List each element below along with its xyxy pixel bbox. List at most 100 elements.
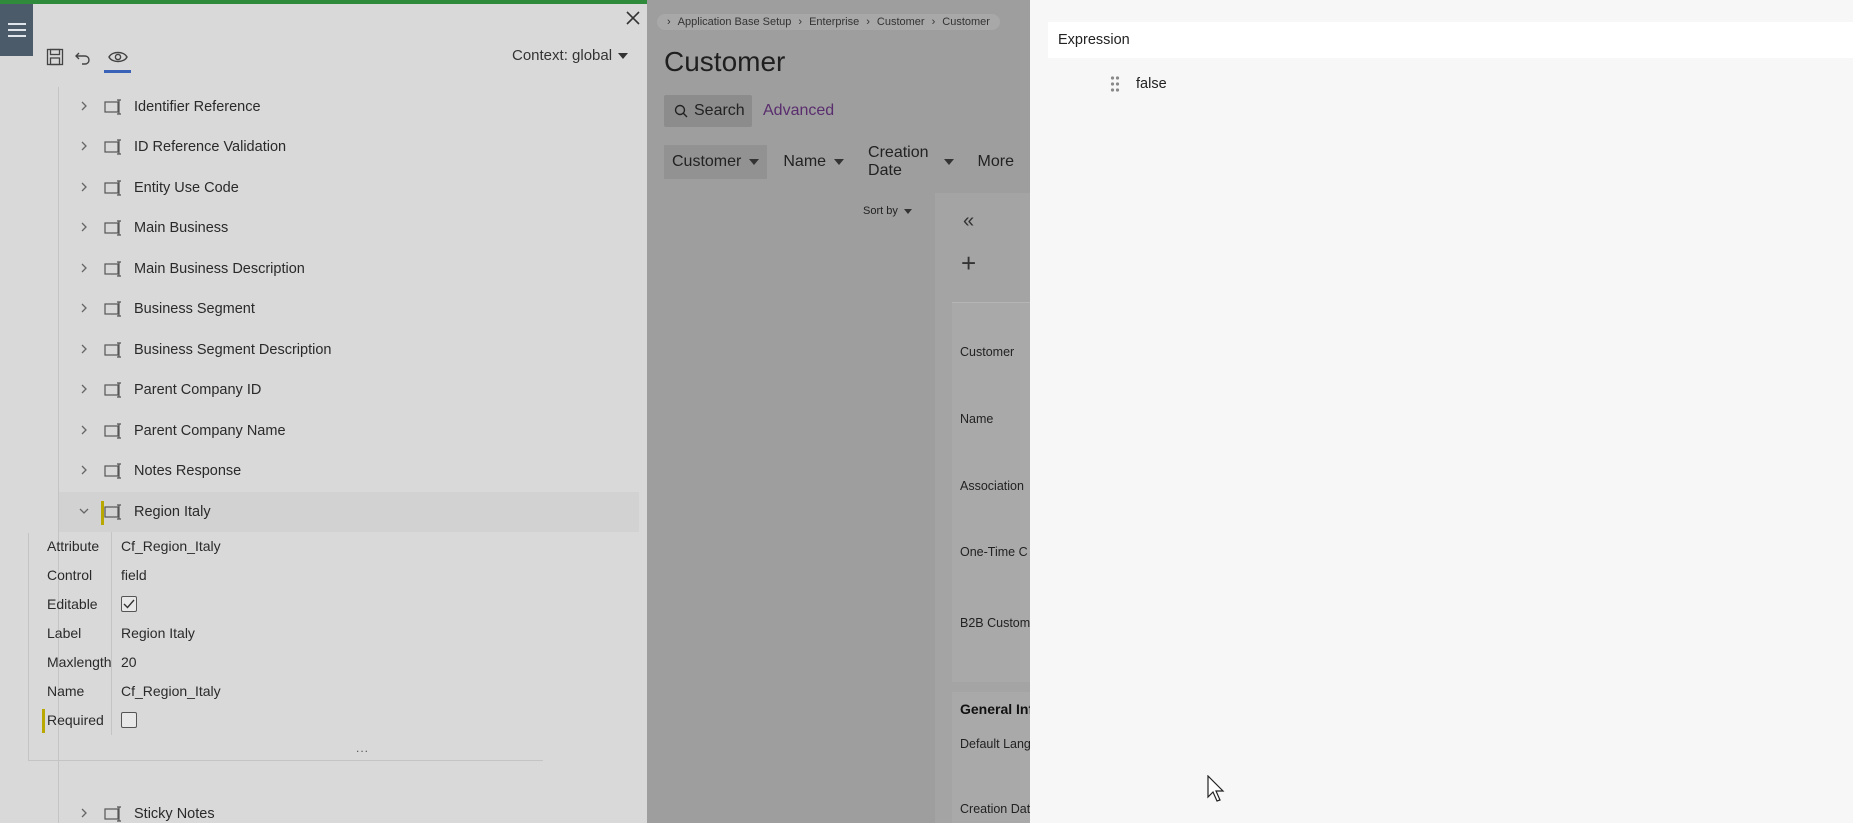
chevron-down-icon bbox=[749, 159, 760, 165]
field-icon bbox=[104, 220, 121, 236]
breadcrumb-item[interactable]: Enterprise bbox=[809, 16, 859, 28]
editable-checkbox[interactable] bbox=[121, 596, 137, 612]
field-icon bbox=[104, 423, 121, 439]
save-icon bbox=[46, 48, 64, 66]
tree-item-label: Parent Company Name bbox=[134, 423, 286, 439]
breadcrumb-item[interactable]: Application Base Setup bbox=[678, 16, 792, 28]
property-value: field bbox=[121, 567, 147, 583]
required-checkbox[interactable] bbox=[121, 712, 137, 728]
more-properties-button[interactable]: ... bbox=[356, 741, 369, 755]
property-row-label[interactable]: Label Region Italy bbox=[28, 619, 548, 648]
chevron-right-icon[interactable] bbox=[78, 302, 90, 314]
tree-item[interactable]: Business Segment Description bbox=[59, 330, 639, 370]
sort-by-dropdown[interactable]: Sort by bbox=[863, 205, 912, 217]
chevron-down-icon bbox=[618, 52, 629, 59]
close-button[interactable] bbox=[623, 8, 643, 28]
field-label: Creation Dat bbox=[960, 802, 1030, 816]
field-icon bbox=[104, 139, 121, 155]
breadcrumb-item[interactable]: Customer bbox=[877, 16, 925, 28]
sort-label: Sort by bbox=[863, 205, 898, 217]
divider bbox=[111, 619, 112, 648]
divider bbox=[111, 561, 112, 590]
tree-item[interactable]: Main Business bbox=[59, 208, 639, 248]
tree-item[interactable]: Business Segment bbox=[59, 289, 639, 329]
expression-panel: Expression false bbox=[1030, 0, 1853, 823]
chevron-right-icon[interactable] bbox=[78, 181, 90, 193]
property-value: Region Italy bbox=[121, 625, 195, 641]
tree-item-label: Entity Use Code bbox=[134, 180, 239, 196]
chevron-right-icon[interactable] bbox=[78, 140, 90, 152]
drag-handle-icon[interactable] bbox=[1110, 75, 1120, 93]
hamburger-menu-button[interactable] bbox=[0, 4, 33, 56]
field-icon bbox=[104, 180, 121, 196]
tree-item-label: Sticky Notes bbox=[134, 806, 215, 822]
tree-item-label: Main Business bbox=[134, 220, 229, 236]
property-key: Label bbox=[47, 625, 82, 641]
chevron-right-icon[interactable] bbox=[78, 343, 90, 355]
chevron-right-icon[interactable] bbox=[78, 221, 90, 233]
property-row-editable: Editable bbox=[28, 590, 548, 619]
properties-bottom-line bbox=[28, 760, 543, 761]
chevron-right-icon[interactable] bbox=[78, 262, 90, 274]
filter-label: More bbox=[977, 153, 1014, 170]
property-row-name[interactable]: Name Cf_Region_Italy bbox=[28, 677, 548, 706]
tree-item[interactable]: Parent Company ID bbox=[59, 370, 639, 410]
tree-item[interactable]: Entity Use Code bbox=[59, 168, 639, 208]
chevron-right-icon[interactable] bbox=[78, 383, 90, 395]
undo-button[interactable] bbox=[72, 46, 94, 68]
preview-button[interactable] bbox=[107, 46, 129, 68]
divider bbox=[111, 532, 112, 561]
field-label: Name bbox=[960, 412, 994, 426]
property-row-control[interactable]: Control field bbox=[28, 561, 548, 590]
field-icon bbox=[104, 382, 121, 398]
chevron-right-icon[interactable] bbox=[78, 100, 90, 112]
search-icon bbox=[674, 104, 688, 118]
filter-label: Customer bbox=[672, 153, 742, 170]
expression-item[interactable]: false bbox=[1110, 72, 1167, 96]
field-label: Default Lang bbox=[960, 737, 1030, 751]
property-row-maxlength[interactable]: Maxlength 20 bbox=[28, 648, 548, 677]
filter-label: Creation Date bbox=[868, 144, 929, 179]
designer-panel: Context: global Identifier Reference ID R… bbox=[0, 0, 647, 823]
filter-creation-date[interactable]: Creation Date bbox=[860, 144, 962, 179]
property-key: Editable bbox=[47, 596, 98, 612]
tree-item-label: Business Segment bbox=[134, 301, 255, 317]
page-title: Customer bbox=[664, 46, 786, 77]
search-button[interactable]: Search bbox=[664, 95, 752, 127]
add-button[interactable]: + bbox=[961, 250, 976, 276]
filter-name[interactable]: Name bbox=[775, 145, 852, 179]
property-row-attribute[interactable]: Attribute Cf_Region_Italy bbox=[28, 532, 548, 561]
section-title: General Inf bbox=[960, 701, 1030, 717]
properties-list: Attribute Cf_Region_Italy Control field … bbox=[28, 442, 548, 735]
context-label: Context: global bbox=[512, 47, 613, 64]
tree-item[interactable]: ID Reference Validation bbox=[59, 127, 639, 167]
search-label: Search bbox=[694, 102, 745, 119]
tree-item-label: Main Business Description bbox=[134, 261, 305, 277]
breadcrumb: › Application Base Setup › Enterprise › … bbox=[657, 14, 1000, 30]
tree-item-label: Identifier Reference bbox=[134, 99, 261, 115]
tree-item[interactable]: Identifier Reference bbox=[59, 87, 639, 127]
chevron-right-icon[interactable] bbox=[78, 807, 90, 819]
tree-item[interactable]: Sticky Notes bbox=[59, 794, 639, 823]
chevron-right-icon[interactable] bbox=[78, 424, 90, 436]
chevron-right-icon: › bbox=[798, 16, 803, 28]
context-dropdown[interactable]: Context: global bbox=[512, 47, 629, 64]
property-key: Required bbox=[47, 712, 104, 728]
field-icon bbox=[104, 261, 121, 277]
field-label: B2B Custom bbox=[960, 616, 1030, 630]
customer-app-background: › Application Base Setup › Enterprise › … bbox=[647, 0, 1030, 823]
tree-item[interactable]: Main Business Description bbox=[59, 249, 639, 289]
breadcrumb-item[interactable]: Customer bbox=[942, 16, 990, 28]
advanced-search-link[interactable]: Advanced bbox=[763, 102, 834, 120]
save-button[interactable] bbox=[44, 46, 66, 68]
collapse-panel-button[interactable]: « bbox=[963, 210, 974, 233]
chevron-down-icon bbox=[943, 159, 954, 165]
filter-customer[interactable]: Customer bbox=[664, 145, 768, 179]
expression-header: Expression bbox=[1048, 22, 1853, 58]
filter-more[interactable]: More bbox=[970, 145, 1022, 179]
field-icon bbox=[104, 342, 121, 358]
chevron-right-icon: › bbox=[667, 16, 671, 28]
property-value: 20 bbox=[121, 654, 137, 670]
tree-item-label: Parent Company ID bbox=[134, 382, 262, 398]
filter-bar: Customer Name Creation Date More bbox=[664, 144, 1030, 179]
